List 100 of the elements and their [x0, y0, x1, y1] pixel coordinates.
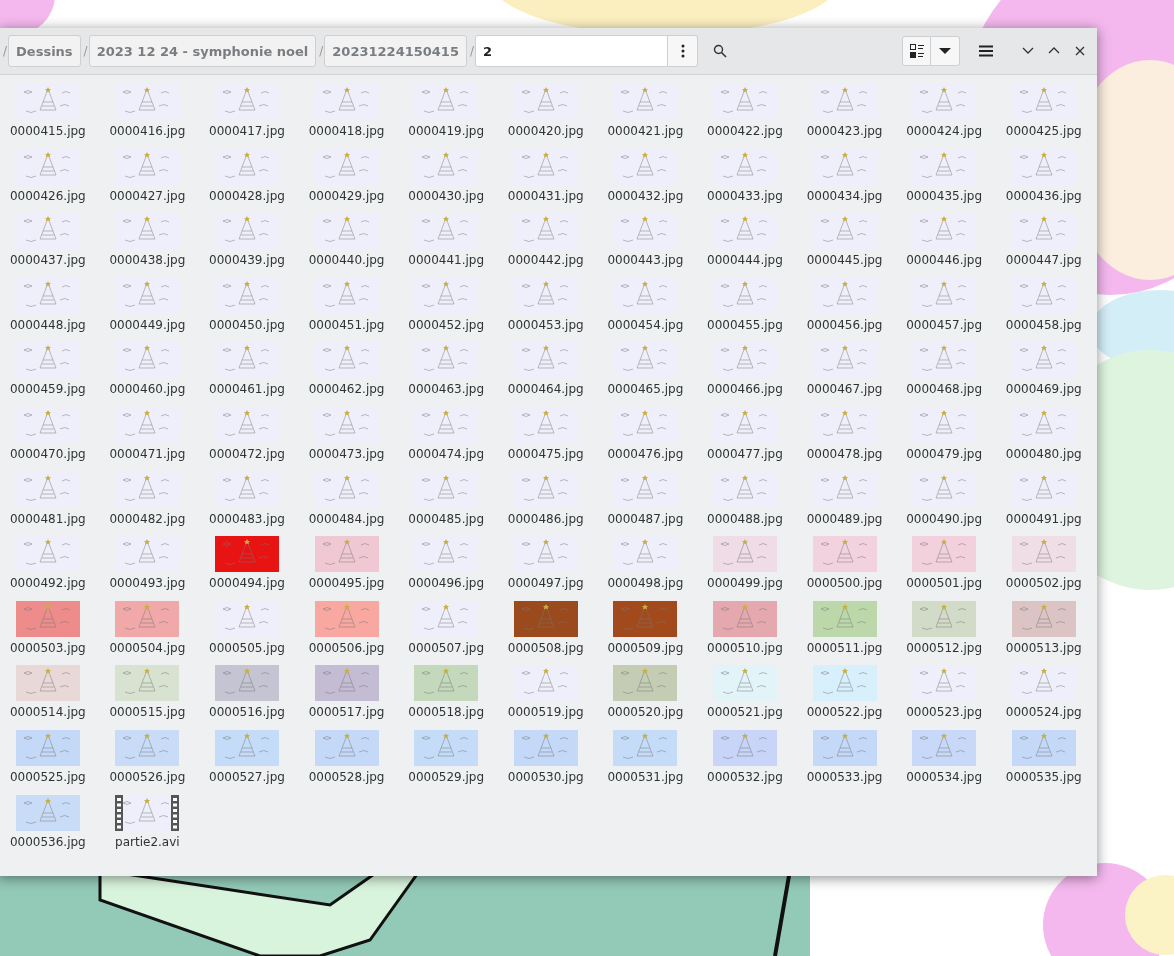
image-thumbnail[interactable]: [15, 665, 80, 702]
file-name[interactable]: 0000484.jpg: [308, 511, 385, 527]
file-name[interactable]: 0000509.jpg: [607, 640, 684, 656]
file-name[interactable]: 0000463.jpg: [408, 382, 485, 398]
image-thumbnail[interactable]: [15, 84, 80, 120]
image-thumbnail[interactable]: [912, 84, 977, 120]
file-name[interactable]: 0000442.jpg: [507, 253, 584, 269]
image-thumbnail[interactable]: [414, 84, 479, 120]
image-thumbnail[interactable]: [513, 665, 578, 702]
image-thumbnail[interactable]: [912, 342, 977, 379]
file-name[interactable]: 0000441.jpg: [408, 253, 485, 269]
image-thumbnail[interactable]: [414, 665, 479, 702]
image-thumbnail[interactable]: [15, 794, 80, 831]
file-name[interactable]: 0000536.jpg: [9, 834, 86, 850]
image-thumbnail[interactable]: [215, 729, 279, 766]
file-name[interactable]: 0000507.jpg: [408, 640, 485, 656]
file-name[interactable]: 0000446.jpg: [906, 253, 983, 269]
image-thumbnail[interactable]: [812, 84, 877, 120]
file-name[interactable]: 0000423.jpg: [806, 124, 883, 139]
file-name[interactable]: 0000522.jpg: [806, 705, 883, 721]
image-thumbnail[interactable]: [712, 406, 777, 443]
image-thumbnail[interactable]: [215, 600, 279, 637]
image-thumbnail[interactable]: [414, 148, 479, 185]
image-thumbnail[interactable]: [812, 600, 877, 637]
image-thumbnail[interactable]: [613, 277, 678, 314]
image-thumbnail[interactable]: [712, 342, 777, 379]
image-thumbnail[interactable]: [1011, 729, 1076, 766]
file-name[interactable]: 0000527.jpg: [209, 769, 285, 785]
file-name[interactable]: 0000444.jpg: [707, 253, 783, 269]
image-thumbnail[interactable]: [613, 148, 678, 185]
image-thumbnail[interactable]: [414, 600, 479, 637]
file-name[interactable]: 0000502.jpg: [1005, 576, 1082, 592]
image-thumbnail[interactable]: [712, 277, 777, 314]
image-thumbnail[interactable]: [15, 471, 80, 508]
image-thumbnail[interactable]: [912, 600, 977, 637]
image-thumbnail[interactable]: [1011, 600, 1076, 637]
file-name[interactable]: 0000438.jpg: [109, 253, 186, 269]
file-name[interactable]: 0000430.jpg: [408, 188, 485, 204]
image-thumbnail[interactable]: [314, 213, 379, 250]
file-name[interactable]: 0000505.jpg: [209, 640, 285, 656]
file-name[interactable]: 0000529.jpg: [408, 769, 485, 785]
image-thumbnail[interactable]: [115, 665, 180, 702]
image-thumbnail[interactable]: [314, 148, 379, 185]
file-name[interactable]: 0000482.jpg: [109, 511, 186, 527]
image-thumbnail[interactable]: [115, 471, 180, 508]
image-thumbnail[interactable]: [712, 665, 777, 702]
image-thumbnail[interactable]: [215, 148, 279, 185]
image-thumbnail[interactable]: [912, 148, 977, 185]
image-thumbnail[interactable]: [513, 342, 578, 379]
file-name[interactable]: 0000485.jpg: [408, 511, 485, 527]
file-name[interactable]: 0000417.jpg: [209, 124, 285, 139]
file-name[interactable]: 0000439.jpg: [209, 253, 285, 269]
image-thumbnail[interactable]: [513, 600, 578, 637]
image-thumbnail[interactable]: [314, 600, 379, 637]
image-thumbnail[interactable]: [314, 536, 379, 573]
image-thumbnail[interactable]: [215, 277, 279, 314]
file-name[interactable]: 0000489.jpg: [806, 511, 883, 527]
image-thumbnail[interactable]: [912, 277, 977, 314]
image-thumbnail[interactable]: [414, 406, 479, 443]
file-name[interactable]: 0000533.jpg: [806, 769, 883, 785]
image-thumbnail[interactable]: [812, 729, 877, 766]
file-name[interactable]: 0000468.jpg: [906, 382, 983, 398]
file-name[interactable]: 0000447.jpg: [1005, 253, 1082, 269]
file-name[interactable]: 0000508.jpg: [507, 640, 584, 656]
image-thumbnail[interactable]: [613, 536, 678, 573]
file-name[interactable]: 0000497.jpg: [507, 576, 584, 592]
file-name[interactable]: 0000429.jpg: [308, 188, 385, 204]
image-thumbnail[interactable]: [15, 277, 80, 314]
image-thumbnail[interactable]: [912, 213, 977, 250]
path-button[interactable]: Dessins: [8, 35, 81, 67]
image-thumbnail[interactable]: [613, 600, 678, 637]
file-name[interactable]: 0000528.jpg: [308, 769, 385, 785]
close-button[interactable]: [1074, 45, 1086, 57]
image-thumbnail[interactable]: [314, 406, 379, 443]
image-thumbnail[interactable]: [1011, 406, 1076, 443]
image-thumbnail[interactable]: [812, 406, 877, 443]
file-name[interactable]: 0000477.jpg: [707, 446, 783, 462]
image-thumbnail[interactable]: [912, 471, 977, 508]
image-thumbnail[interactable]: [115, 148, 180, 185]
file-name[interactable]: 0000526.jpg: [109, 769, 186, 785]
file-name[interactable]: 0000503.jpg: [9, 640, 86, 656]
file-name[interactable]: 0000454.jpg: [607, 317, 684, 333]
image-thumbnail[interactable]: [912, 536, 977, 573]
file-name[interactable]: 0000418.jpg: [308, 124, 385, 139]
video-thumbnail[interactable]: [115, 794, 180, 831]
file-name[interactable]: 0000481.jpg: [9, 511, 86, 527]
file-name[interactable]: 0000480.jpg: [1005, 446, 1082, 462]
file-name[interactable]: 0000493.jpg: [109, 576, 186, 592]
image-thumbnail[interactable]: [215, 471, 279, 508]
image-thumbnail[interactable]: [613, 406, 678, 443]
image-thumbnail[interactable]: [1011, 277, 1076, 314]
file-name[interactable]: 0000495.jpg: [308, 576, 385, 592]
image-thumbnail[interactable]: [613, 665, 678, 702]
file-name[interactable]: 0000460.jpg: [109, 382, 186, 398]
file-name[interactable]: 0000449.jpg: [109, 317, 186, 333]
file-name[interactable]: 0000525.jpg: [9, 769, 86, 785]
file-name[interactable]: 0000472.jpg: [209, 446, 285, 462]
image-thumbnail[interactable]: [215, 213, 279, 250]
image-thumbnail[interactable]: [1011, 471, 1076, 508]
image-thumbnail[interactable]: [712, 600, 777, 637]
